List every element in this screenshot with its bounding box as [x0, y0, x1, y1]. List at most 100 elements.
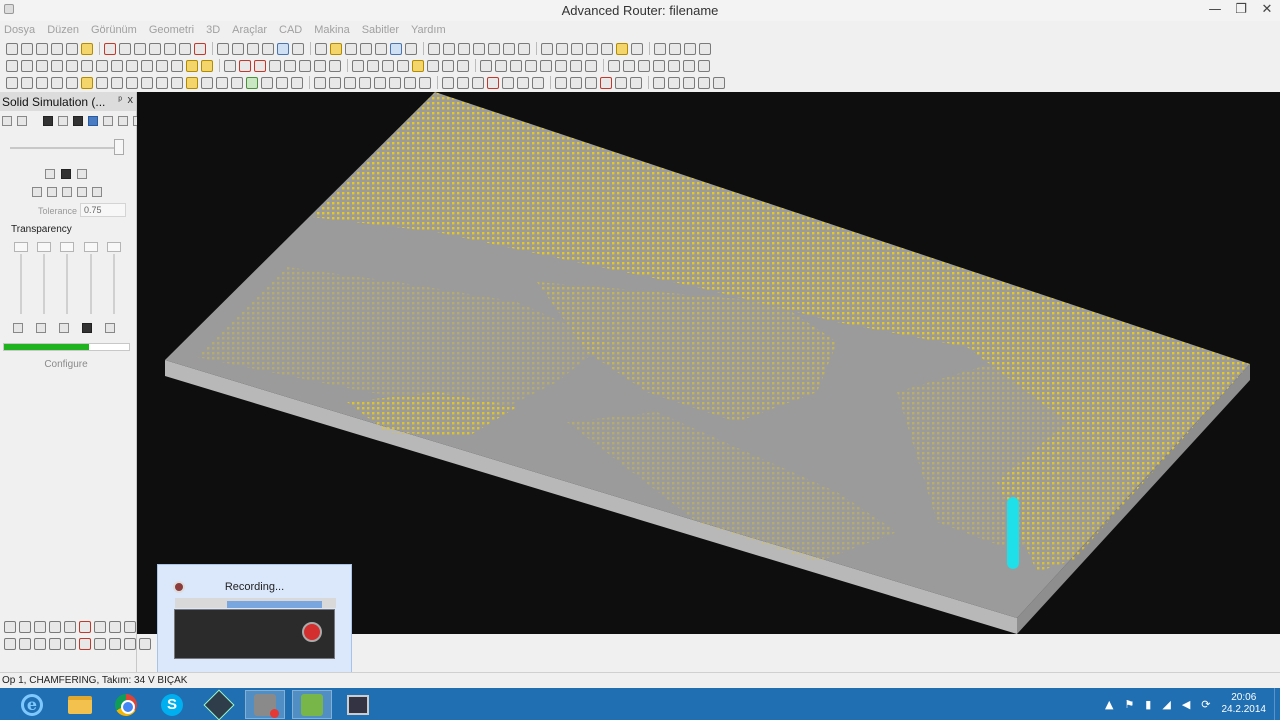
draw-toolbar-tool-icon[interactable] — [254, 59, 266, 72]
main-toolbar-tool-icon[interactable] — [330, 42, 342, 55]
draw-toolbar-tool-icon[interactable] — [382, 59, 394, 72]
main-toolbar-tool-icon[interactable] — [390, 42, 402, 55]
edit-toolbar-tool-icon[interactable] — [698, 76, 710, 89]
main-toolbar-tool-icon[interactable] — [277, 42, 289, 55]
menu-yardim[interactable]: Yardım — [411, 24, 446, 36]
main-toolbar-tool-icon[interactable] — [21, 42, 33, 55]
main-toolbar-tool-icon[interactable] — [541, 42, 553, 55]
settings-icon[interactable] — [118, 116, 128, 126]
main-toolbar-tool-icon[interactable] — [164, 42, 176, 55]
main-toolbar-tool-icon[interactable] — [669, 42, 681, 55]
battery-icon[interactable]: ▮ — [1145, 698, 1151, 711]
edit-toolbar-tool-icon[interactable] — [615, 76, 627, 89]
speed-slider-track[interactable] — [10, 147, 120, 149]
edit-toolbar-tool-icon[interactable] — [156, 76, 168, 89]
bottom-toolbar-2-tool-icon[interactable] — [49, 637, 61, 650]
step-back-icon[interactable] — [17, 116, 27, 126]
bottom-toolbar-2-tool-icon[interactable] — [139, 637, 151, 650]
bottom-toolbar-2-tool-icon[interactable] — [64, 637, 76, 650]
rewind-icon[interactable] — [2, 116, 12, 126]
3d-viewport[interactable] — [137, 92, 1280, 634]
main-toolbar-tool-icon[interactable] — [375, 42, 387, 55]
edit-toolbar-tool-icon[interactable] — [81, 76, 93, 89]
edit-toolbar-tool-icon[interactable] — [374, 76, 386, 89]
main-toolbar-tool-icon[interactable] — [503, 42, 515, 55]
play-icon[interactable] — [58, 116, 68, 126]
main-toolbar-tool-icon[interactable] — [345, 42, 357, 55]
next-icon[interactable] — [77, 169, 87, 179]
pause-icon[interactable] — [73, 116, 83, 126]
draw-toolbar-tool-icon[interactable] — [156, 59, 168, 72]
draw-toolbar-tool-icon[interactable] — [21, 59, 33, 72]
edit-toolbar-tool-icon[interactable] — [359, 76, 371, 89]
main-toolbar-tool-icon[interactable] — [518, 42, 530, 55]
main-toolbar-tool-icon[interactable] — [232, 42, 244, 55]
main-toolbar-tool-icon[interactable] — [443, 42, 455, 55]
taskbar-internet-explorer[interactable]: e — [12, 690, 52, 719]
prev-icon[interactable] — [45, 169, 55, 179]
bottom-toolbar-1-tool-icon[interactable] — [49, 620, 61, 633]
draw-toolbar-tool-icon[interactable] — [284, 59, 296, 72]
main-toolbar-tool-icon[interactable] — [488, 42, 500, 55]
edit-toolbar-tool-icon[interactable] — [600, 76, 612, 89]
edit-toolbar-tool-icon[interactable] — [111, 76, 123, 89]
configure-button[interactable]: Configure — [20, 358, 112, 374]
edit-toolbar-tool-icon[interactable] — [442, 76, 454, 89]
main-toolbar-tool-icon[interactable] — [616, 42, 628, 55]
clock[interactable]: 20:06 24.2.2014 — [1222, 692, 1267, 716]
bottom-toolbar-2-tool-icon[interactable] — [19, 637, 31, 650]
draw-toolbar-tool-icon[interactable] — [329, 59, 341, 72]
taskbar-green-app[interactable] — [292, 690, 332, 719]
tolerance-input[interactable]: 0.75 — [80, 203, 126, 217]
anchor-icon[interactable] — [105, 323, 115, 333]
draw-toolbar-tool-icon[interactable] — [141, 59, 153, 72]
main-toolbar-tool-icon[interactable] — [51, 42, 63, 55]
simulation-scene[interactable] — [137, 92, 1280, 634]
edit-toolbar-tool-icon[interactable] — [21, 76, 33, 89]
edit-toolbar-tool-icon[interactable] — [51, 76, 63, 89]
edit-toolbar-tool-icon[interactable] — [291, 76, 303, 89]
main-toolbar-tool-icon[interactable] — [179, 42, 191, 55]
signal-icon[interactable]: ◢ — [1162, 698, 1170, 711]
draw-toolbar-tool-icon[interactable] — [638, 59, 650, 72]
main-toolbar-tool-icon[interactable] — [586, 42, 598, 55]
draw-toolbar-tool-icon[interactable] — [427, 59, 439, 72]
main-toolbar-tool-icon[interactable] — [601, 42, 613, 55]
main-toolbar-tool-icon[interactable] — [292, 42, 304, 55]
main-toolbar-tool-icon[interactable] — [315, 42, 327, 55]
menu-dosya[interactable]: Dosya — [4, 24, 35, 36]
main-toolbar-tool-icon[interactable] — [684, 42, 696, 55]
draw-toolbar-tool-icon[interactable] — [412, 59, 424, 72]
main-toolbar-tool-icon[interactable] — [6, 42, 18, 55]
sync-icon[interactable]: ⟳ — [1201, 698, 1210, 711]
bucket-icon[interactable] — [82, 323, 92, 333]
bottom-toolbar-1-tool-icon[interactable] — [94, 620, 106, 633]
main-toolbar-tool-icon[interactable] — [428, 42, 440, 55]
menu-duzen[interactable]: Düzen — [47, 24, 79, 36]
edit-toolbar-tool-icon[interactable] — [276, 76, 288, 89]
bottom-toolbar-2-tool-icon[interactable] — [79, 637, 91, 650]
draw-toolbar-tool-icon[interactable] — [397, 59, 409, 72]
draw-toolbar-tool-icon[interactable] — [698, 59, 710, 72]
draw-toolbar-tool-icon[interactable] — [314, 59, 326, 72]
save-icon[interactable] — [77, 187, 87, 197]
menu-3d[interactable]: 3D — [206, 24, 220, 36]
stop-icon[interactable] — [43, 116, 53, 126]
draw-toolbar-tool-icon[interactable] — [36, 59, 48, 72]
stop-step-icon[interactable] — [61, 169, 71, 179]
edit-toolbar-tool-icon[interactable] — [201, 76, 213, 89]
menu-cad[interactable]: CAD — [279, 24, 302, 36]
edit-toolbar-tool-icon[interactable] — [404, 76, 416, 89]
taskbar-skype[interactable]: S — [152, 690, 192, 719]
edit-toolbar-tool-icon[interactable] — [389, 76, 401, 89]
draw-toolbar-tool-icon[interactable] — [668, 59, 680, 72]
minimize-button[interactable]: — — [1202, 0, 1228, 21]
draw-toolbar-tool-icon[interactable] — [540, 59, 552, 72]
bottom-toolbar-1-tool-icon[interactable] — [19, 620, 31, 633]
edit-toolbar-tool-icon[interactable] — [171, 76, 183, 89]
draw-toolbar-tool-icon[interactable] — [352, 59, 364, 72]
draw-toolbar-tool-icon[interactable] — [683, 59, 695, 72]
edit-toolbar-tool-icon[interactable] — [457, 76, 469, 89]
draw-toolbar-tool-icon[interactable] — [510, 59, 522, 72]
edit-toolbar-tool-icon[interactable] — [216, 76, 228, 89]
